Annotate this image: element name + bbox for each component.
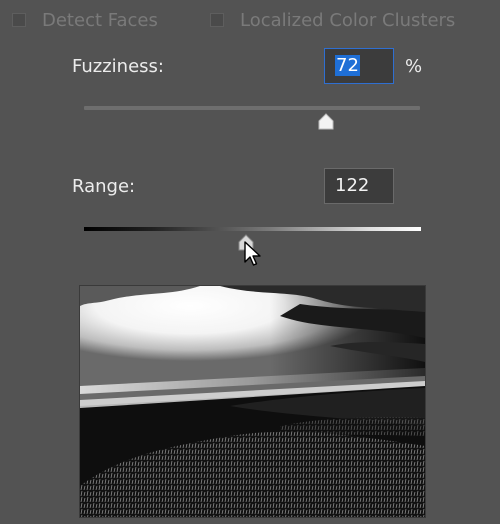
fuzziness-label: Fuzziness: [72, 56, 164, 77]
detect-faces-checkbox[interactable] [12, 13, 26, 27]
range-slider-track[interactable] [84, 227, 421, 231]
fuzziness-unit: % [405, 56, 423, 77]
fuzziness-input[interactable]: 72 [324, 48, 394, 84]
detect-faces-label: Detect Faces [42, 10, 158, 31]
range-label: Range: [72, 176, 136, 197]
range-value: 122 [335, 175, 370, 196]
selection-preview-image [79, 285, 426, 518]
fuzziness-slider-thumb[interactable] [316, 113, 336, 131]
fuzziness-value: 72 [335, 55, 360, 76]
localized-color-clusters-checkbox[interactable] [210, 13, 224, 27]
mouse-cursor-icon [244, 241, 262, 271]
fuzziness-thumb-shape [318, 113, 334, 130]
fuzziness-slider-track[interactable] [84, 106, 420, 110]
range-input[interactable]: 122 [324, 168, 394, 204]
localized-color-clusters-label: Localized Color Clusters [240, 10, 456, 31]
